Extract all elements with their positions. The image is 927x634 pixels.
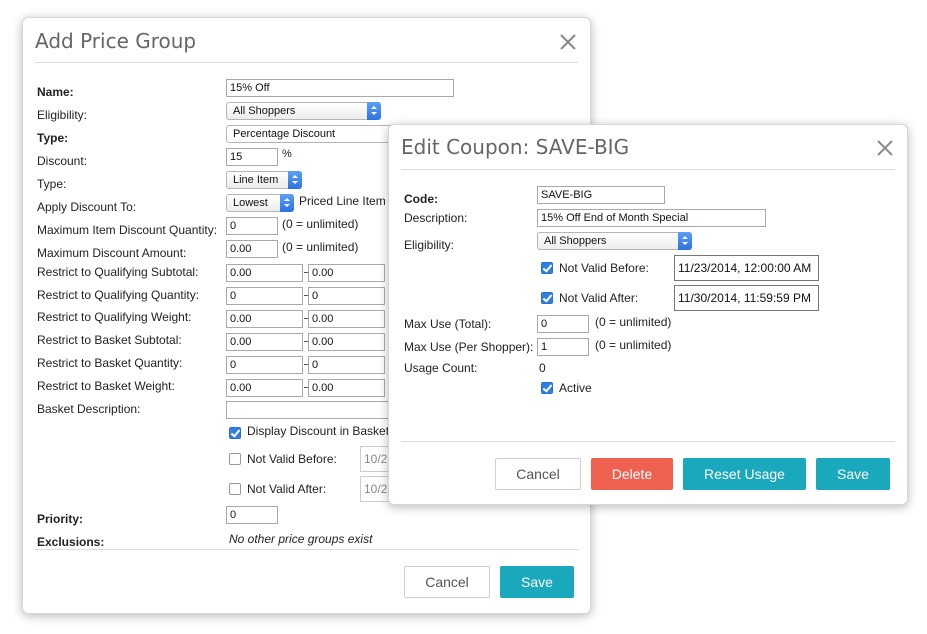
description-label: Description: [404,211,468,225]
cancel-button[interactable]: Cancel [495,458,581,490]
apply-to-select-value: Lowest [233,197,268,209]
basket-weight-label: Restrict to Basket Weight: [37,379,175,393]
eligibility-select[interactable]: All Shoppers [537,232,692,250]
not-valid-after-checkbox[interactable] [541,292,553,304]
eligibility-label: Eligibility: [37,108,88,122]
basket-subtotal-min-input[interactable]: 0.00 [226,333,303,351]
type-select[interactable]: Percentage Discount [226,125,396,143]
cancel-button[interactable]: Cancel [404,566,490,598]
max-item-qty-label: Maximum Item Discount Quantity: [37,223,218,237]
not-valid-after-input[interactable]: 11/30/2014, 11:59:59 PM [674,285,819,311]
eligibility-label: Eligibility: [404,238,455,252]
chevron-updown-icon [288,171,302,189]
delete-button[interactable]: Delete [591,458,673,490]
not-valid-after-checkbox[interactable] [229,483,241,495]
not-valid-after-label: Not Valid After: [559,291,639,305]
reset-usage-button[interactable]: Reset Usage [683,458,806,490]
dialog-title: Edit Coupon: SAVE-BIG [401,135,630,159]
eligibility-select-value: All Shoppers [544,235,607,247]
close-icon[interactable] [875,138,895,158]
basket-subtotal-max-input[interactable]: 0.00 [308,333,385,351]
qual-qty-min-input[interactable]: 0 [226,287,303,305]
display-discount-label: Display Discount in Basket [247,424,390,438]
description-input[interactable]: 15% Off End of Month Special [537,209,766,227]
priority-input[interactable]: 0 [226,506,278,524]
header-divider [35,62,578,63]
basket-qty-label: Restrict to Basket Quantity: [37,356,183,370]
discount-label: Discount: [37,154,88,168]
type-select-value: Percentage Discount [233,128,336,140]
usage-count-label: Usage Count: [404,361,478,375]
close-icon[interactable] [558,32,578,52]
footer-divider [401,441,895,442]
basket-qty-min-input[interactable]: 0 [226,356,303,374]
not-valid-after-label: Not Valid After: [247,482,327,496]
active-checkbox[interactable] [541,382,553,394]
qual-subtotal-label: Restrict to Qualifying Subtotal: [37,265,199,279]
max-item-qty-input[interactable]: 0 [226,217,278,235]
max-use-total-label: Max Use (Total): [404,317,492,331]
qual-subtotal-max-input[interactable]: 0.00 [308,264,385,282]
name-label: Name: [37,85,74,99]
not-valid-before-checkbox[interactable] [541,262,553,274]
exclusions-label: Exclusions: [37,535,105,549]
discount-type-label: Type: [37,177,67,191]
basket-weight-min-input[interactable]: 0.00 [226,379,303,397]
discount-type-select-value: Line Item [233,174,279,186]
qual-qty-label: Restrict to Qualifying Quantity: [37,288,200,302]
code-label: Code: [404,192,438,206]
basket-desc-label: Basket Description: [37,402,141,416]
basket-qty-max-input[interactable]: 0 [308,356,385,374]
max-use-shopper-note: (0 = unlimited) [595,338,672,352]
code-input[interactable]: SAVE-BIG [537,186,665,204]
basket-weight-max-input[interactable]: 0.00 [308,379,385,397]
priority-label: Priority: [37,512,84,526]
edit-coupon-dialog: Edit Coupon: SAVE-BIG Code: SAVE-BIG Des… [388,124,908,505]
eligibility-select[interactable]: All Shoppers [226,102,381,120]
name-input[interactable]: 15% Off [226,79,454,97]
apply-to-label: Apply Discount To: [37,200,137,214]
exclusions-value: No other price groups exist [229,532,373,546]
chevron-updown-icon [280,194,294,212]
chevron-updown-icon [678,232,692,250]
discount-input[interactable]: 15 [226,148,278,166]
footer-divider [35,549,578,550]
max-amount-label: Maximum Discount Amount: [37,246,187,260]
qual-weight-max-input[interactable]: 0.00 [308,310,385,328]
max-item-qty-note: (0 = unlimited) [282,217,359,231]
header-divider [401,169,895,170]
not-valid-before-input[interactable]: 11/23/2014, 12:00:00 AM [674,255,819,281]
qual-weight-label: Restrict to Qualifying Weight: [37,310,192,324]
usage-count-value: 0 [539,361,546,375]
qual-subtotal-min-input[interactable]: 0.00 [226,264,303,282]
dialog-title: Add Price Group [35,29,197,53]
chevron-updown-icon [367,102,381,120]
basket-subtotal-label: Restrict to Basket Subtotal: [37,333,182,347]
qual-qty-max-input[interactable]: 0 [308,287,385,305]
save-button[interactable]: Save [816,458,890,490]
max-amount-note: (0 = unlimited) [282,240,359,254]
discount-type-select[interactable]: Line Item [226,171,302,189]
qual-weight-min-input[interactable]: 0.00 [226,310,303,328]
max-use-total-note: (0 = unlimited) [595,315,672,329]
max-use-shopper-input[interactable]: 1 [537,338,589,356]
save-button[interactable]: Save [500,566,574,598]
apply-to-select[interactable]: Lowest [226,194,294,212]
basket-desc-input[interactable] [226,401,396,419]
max-amount-input[interactable]: 0.00 [226,240,278,258]
apply-to-suffix: Priced Line Item [299,194,386,208]
type-label: Type: [37,131,69,145]
discount-unit: % [282,148,292,160]
not-valid-before-checkbox[interactable] [229,453,241,465]
not-valid-before-label: Not Valid Before: [247,452,337,466]
max-use-total-input[interactable]: 0 [537,315,589,333]
display-discount-checkbox[interactable] [229,427,241,439]
not-valid-before-label: Not Valid Before: [559,261,649,275]
max-use-shopper-label: Max Use (Per Shopper): [404,340,534,354]
active-label: Active [559,381,592,395]
eligibility-select-value: All Shoppers [233,105,296,117]
